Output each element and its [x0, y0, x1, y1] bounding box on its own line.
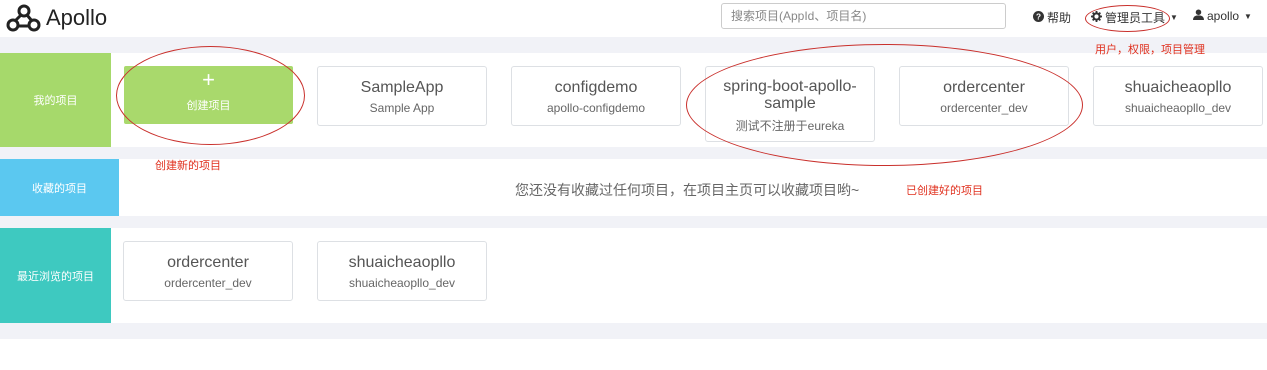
svg-text:?: ?	[1036, 12, 1041, 21]
annotation-create-new: 创建新的项目	[155, 160, 221, 172]
help-label: 帮助	[1047, 11, 1072, 25]
user-icon	[1193, 9, 1204, 23]
section-favorites: 收藏的项目	[0, 159, 119, 216]
apollo-logo[interactable]: Apollo	[4, 3, 107, 33]
top-navbar: Apollo ? 帮助 管理员工具 ▼ apollo ▼	[0, 0, 1267, 37]
user-dropdown[interactable]: apollo ▼	[1193, 9, 1252, 23]
project-subtitle: ordercenter_dev	[164, 276, 252, 290]
project-subtitle: Sample App	[369, 101, 435, 115]
project-name: ordercenter	[167, 254, 249, 271]
section-label: 收藏的项目	[32, 182, 87, 195]
search-input[interactable]	[721, 3, 1006, 29]
user-label: apollo	[1207, 9, 1240, 23]
project-name: shuaicheaopllo	[1124, 79, 1232, 96]
project-card[interactable]: shuaicheaopllo shuaicheaopllo_dev	[1093, 66, 1263, 126]
caret-down-icon: ▼	[1244, 11, 1252, 21]
favorites-empty-message: 您还没有收藏过任何项目，在项目主页可以收藏项目哟~	[515, 182, 860, 198]
annotation-ellipse	[686, 44, 1083, 166]
question-circle-icon: ?	[1033, 10, 1044, 25]
section-my-projects: 我的项目	[0, 53, 111, 147]
project-card[interactable]: configdemo apollo-configdemo	[511, 66, 681, 126]
section-recent: 最近浏览的项目	[0, 228, 111, 323]
recent-project-card[interactable]: shuaicheaopllo shuaicheaopllo_dev	[317, 241, 487, 301]
section-divider	[0, 216, 1267, 228]
project-subtitle: apollo-configdemo	[546, 101, 646, 115]
project-subtitle: shuaicheaopllo_dev	[1124, 101, 1232, 115]
project-card[interactable]: SampleApp Sample App	[317, 66, 487, 126]
help-link[interactable]: ? 帮助	[1033, 9, 1071, 26]
section-divider	[0, 323, 1267, 339]
apollo-logo-icon	[6, 4, 41, 32]
project-subtitle: shuaicheaopllo_dev	[348, 276, 456, 290]
annotation-ellipse	[116, 46, 305, 145]
annotation-admin-note: 用户，权限，项目管理	[1095, 44, 1205, 56]
recent-project-card[interactable]: ordercenter ordercenter_dev	[123, 241, 293, 301]
section-label: 最近浏览的项目	[17, 270, 94, 283]
app-name: Apollo	[46, 5, 108, 30]
annotation-ellipse	[1085, 5, 1170, 32]
project-name: SampleApp	[360, 79, 444, 96]
section-label: 我的项目	[33, 95, 78, 107]
caret-down-icon: ▼	[1170, 13, 1178, 22]
project-name: configdemo	[554, 79, 638, 96]
project-name: shuaicheaopllo	[348, 254, 456, 271]
annotation-created-projects: 已创建好的项目	[906, 185, 983, 197]
